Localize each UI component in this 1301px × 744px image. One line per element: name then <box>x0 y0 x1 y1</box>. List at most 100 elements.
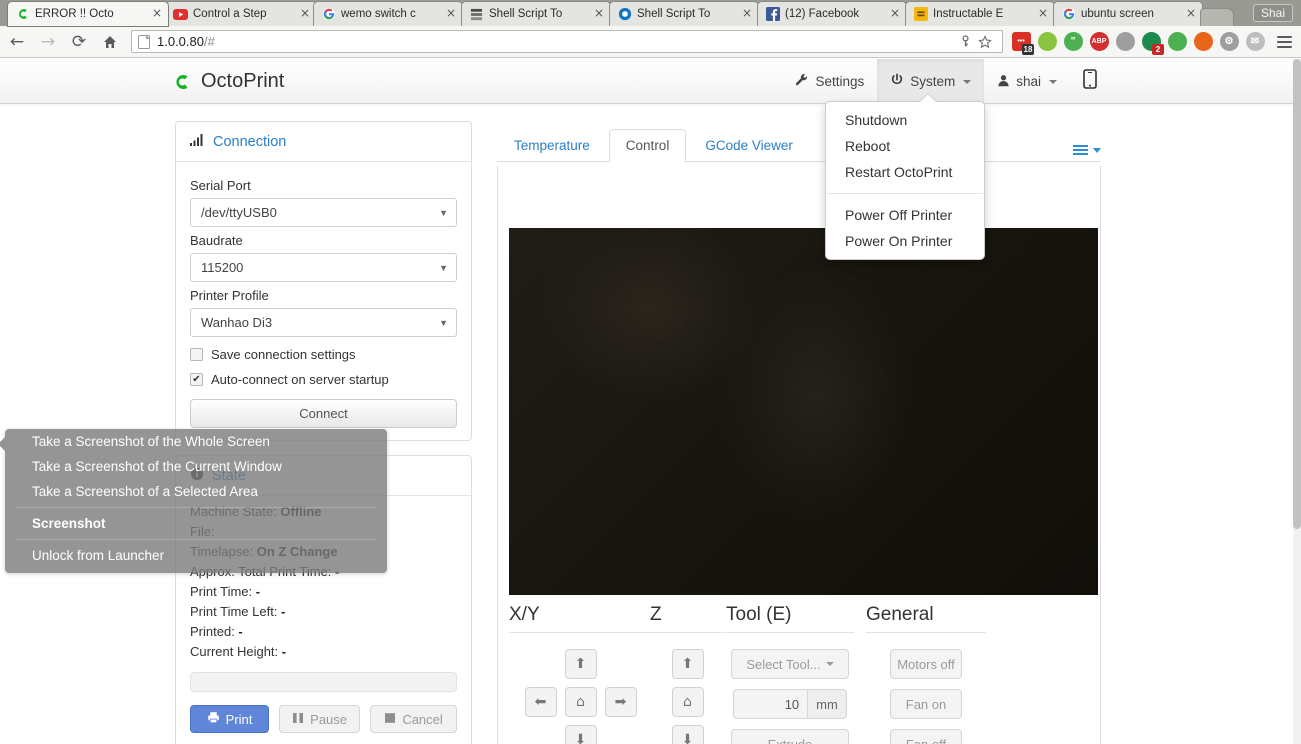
phone-icon <box>1083 69 1097 94</box>
save-settings-row[interactable]: Save connection settings <box>190 347 457 362</box>
motors-off-button[interactable]: Motors off <box>890 649 962 679</box>
extrude-amount-input[interactable] <box>733 689 808 719</box>
launcher-menu-item[interactable]: Take a Screenshot of the Current Window <box>5 454 387 479</box>
serial-port-select[interactable]: /dev/ttyUSB0 ▼ <box>190 198 457 227</box>
menu-divider <box>827 193 983 194</box>
baudrate-select[interactable]: 115200 ▼ <box>190 253 457 282</box>
pause-button[interactable]: Pause <box>279 705 361 733</box>
close-icon[interactable]: × <box>444 7 458 21</box>
jog-y-plus-button[interactable]: ⬆ <box>564 649 597 679</box>
home-xy-button[interactable]: ⌂ <box>564 687 597 717</box>
system-menu-item[interactable]: Reboot <box>826 133 984 159</box>
stackoverflow-icon <box>617 7 632 22</box>
print-friendly-icon[interactable] <box>1113 30 1137 54</box>
brand-name: OctoPrint <box>201 70 285 92</box>
printer-profile-select[interactable]: Wanhao Di3 ▼ <box>190 308 457 337</box>
star-icon[interactable] <box>976 33 994 51</box>
system-menu-item[interactable]: Shutdown <box>826 107 984 133</box>
browser-tab[interactable]: ERROR !! Octo × <box>8 2 168 26</box>
browser-tab-title: Control a Step <box>193 8 267 20</box>
tab-control[interactable]: Control <box>608 129 687 162</box>
browser-tab[interactable]: (12) Facebook × <box>758 2 906 26</box>
browser-tab[interactable]: Instructable E × <box>906 2 1054 26</box>
extension-toolbar: ••• 18 ” ABP 2 ⚙ ✉ <box>1009 30 1271 55</box>
new-tab-button[interactable] <box>1200 8 1234 26</box>
autoconnect-checkbox[interactable]: ✔ <box>190 373 203 386</box>
settings-button[interactable]: Settings <box>782 59 877 104</box>
autoconnect-row[interactable]: ✔ Auto-connect on server startup <box>190 372 457 387</box>
reload-icon[interactable]: ⟳ <box>65 28 93 56</box>
browser-tab[interactable]: Shell Script To × <box>462 2 610 26</box>
connect-button[interactable]: Connect <box>190 399 457 428</box>
user-label: shai <box>1016 74 1041 89</box>
system-menu-item[interactable]: Restart OctoPrint <box>826 159 984 185</box>
hangouts-icon[interactable]: ” <box>1061 30 1085 54</box>
home-z-button[interactable]: ⌂ <box>671 687 704 717</box>
browser-tab[interactable]: ubuntu screen × <box>1054 2 1202 26</box>
page-scrollbar[interactable] <box>1293 59 1301 744</box>
menu-divider <box>15 507 377 508</box>
launcher-menu-item[interactable]: Screenshot <box>5 511 387 536</box>
cleaner-icon[interactable] <box>1165 30 1189 54</box>
tab-overflow-menu[interactable] <box>1073 145 1101 161</box>
browser-tab-title: wemo switch c <box>341 8 416 20</box>
print-button[interactable]: Print <box>190 705 270 733</box>
user-menu-button[interactable]: shai <box>984 59 1070 104</box>
save-settings-checkbox[interactable] <box>190 348 203 361</box>
home-icon[interactable] <box>96 28 124 56</box>
browser-tab[interactable]: Control a Step × <box>166 2 316 26</box>
mobile-view-button[interactable] <box>1070 59 1110 104</box>
close-icon[interactable]: × <box>740 7 754 21</box>
autoconnect-label: Auto-connect on server startup <box>211 372 389 387</box>
address-bar[interactable]: 1.0.0.80/# <box>131 30 1003 53</box>
settings-gear-icon[interactable]: ⚙ <box>1217 30 1241 54</box>
tab-gcode-viewer[interactable]: GCode Viewer <box>688 129 810 161</box>
jog-y-minus-button[interactable]: ⬇ <box>564 725 597 744</box>
launcher-menu-item[interactable]: Take a Screenshot of the Whole Screen <box>5 429 387 454</box>
settings-label: Settings <box>815 74 865 89</box>
connection-title: Connection <box>213 133 287 150</box>
adblock-counter-icon[interactable]: ••• 18 <box>1009 30 1034 55</box>
chevron-down-icon <box>825 662 834 666</box>
system-menu-item[interactable]: Power Off Printer <box>826 202 984 228</box>
chrome-menu-icon[interactable] <box>1271 29 1297 55</box>
fan-on-button[interactable]: Fan on <box>890 689 962 719</box>
tab-temperature[interactable]: Temperature <box>497 129 607 161</box>
printer-icon <box>207 711 220 727</box>
browser-tab[interactable]: Shell Script To × <box>610 2 758 26</box>
back-icon[interactable]: ← <box>3 28 31 56</box>
launcher-menu-item[interactable]: Unlock from Launcher <box>5 543 387 568</box>
jog-z-plus-button[interactable]: ⬆ <box>671 649 704 679</box>
close-icon[interactable]: × <box>1184 7 1198 21</box>
cancel-button[interactable]: Cancel <box>370 705 457 733</box>
forward-icon[interactable]: → <box>34 28 62 56</box>
fan-off-button[interactable]: Fan off <box>890 729 962 744</box>
adblock-plus-icon[interactable]: ABP <box>1087 30 1111 54</box>
evernote-icon[interactable] <box>1035 30 1059 54</box>
ubuntu-icon[interactable] <box>1191 30 1215 54</box>
close-icon[interactable]: × <box>592 7 606 21</box>
extrude-button[interactable]: Extrude <box>731 729 849 744</box>
printer-profile-value: Wanhao Di3 <box>201 315 273 330</box>
close-icon[interactable]: × <box>298 7 312 21</box>
jog-x-minus-button[interactable]: ⬅ <box>524 687 557 717</box>
jog-x-plus-button[interactable]: ➡ <box>604 687 637 717</box>
system-menu-item[interactable]: Power On Printer <box>826 228 984 254</box>
extrude-amount-field[interactable]: mm <box>733 689 847 719</box>
launcher-menu-item[interactable]: Take a Screenshot of a Selected Area <box>5 479 387 504</box>
close-icon[interactable]: × <box>150 7 164 21</box>
browser-tab[interactable]: wemo switch c × <box>314 2 462 26</box>
key-icon[interactable] <box>956 33 974 51</box>
webcam-stream[interactable] <box>509 228 1098 595</box>
select-tool-dropdown[interactable]: Select Tool... <box>731 649 849 679</box>
mail-icon[interactable]: ✉ <box>1243 30 1267 54</box>
pause-label: Pause <box>310 711 348 727</box>
state-row-value: - <box>238 624 243 639</box>
close-icon[interactable]: × <box>1036 7 1050 21</box>
pocket-icon[interactable]: 2 <box>1139 30 1164 55</box>
jog-z-minus-button[interactable]: ⬇ <box>671 725 704 744</box>
wrench-icon <box>795 73 809 90</box>
close-icon[interactable]: × <box>888 7 902 21</box>
chevron-down-icon: ▼ <box>439 207 448 218</box>
scrollbar-thumb[interactable] <box>1293 59 1301 529</box>
